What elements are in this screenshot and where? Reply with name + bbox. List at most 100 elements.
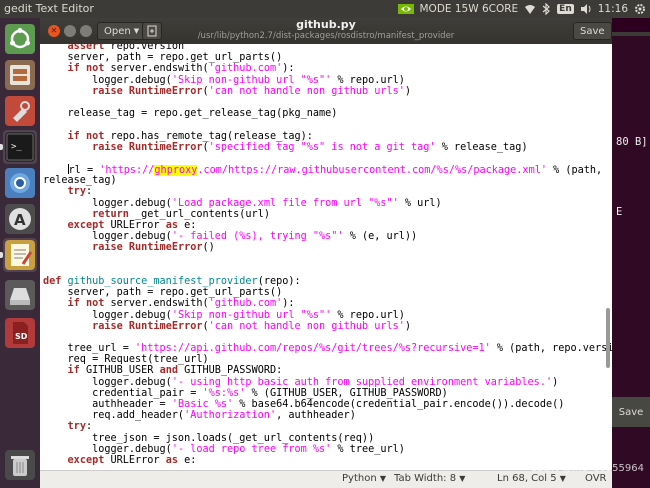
- language-label: Python: [342, 473, 377, 484]
- code-line: server, path = repo.get_url_parts(): [43, 52, 612, 63]
- code-line: logger.debug('- failed (%s), trying "%s"…: [43, 231, 612, 242]
- nvidia-mode-label[interactable]: MODE 15W 6CORE: [420, 3, 519, 15]
- headerbar: ✕ Open ▼ github.py /usr/lib/python2.7/di…: [40, 18, 612, 44]
- code-line: authheader = 'Basic %s' % base64.b64enco…: [43, 399, 612, 410]
- code-line: try:: [43, 421, 612, 432]
- volume-icon[interactable]: [580, 3, 592, 15]
- terminal-text: 80 B]: [616, 136, 648, 148]
- string-token: '%s:%s': [202, 387, 246, 399]
- string-token: .com/https://raw.githubusercontent.com/%…: [197, 165, 547, 177]
- software-center-icon: A: [5, 204, 35, 234]
- code-token: GITHUB_USER: [79, 365, 160, 377]
- bluetooth-icon[interactable]: [542, 3, 551, 15]
- language-selector[interactable]: Python ▼: [342, 473, 386, 484]
- code-token: ): [404, 85, 412, 97]
- background-save-button[interactable]: Save: [612, 397, 650, 427]
- nvidia-icon[interactable]: [397, 3, 414, 15]
- code-line: tree_url = 'https://api.github.com/repos…: [43, 343, 612, 354]
- code-token: server.endswith(: [104, 63, 209, 75]
- system-settings-icon: [5, 96, 35, 126]
- launcher-trash-button[interactable]: [3, 448, 37, 482]
- code-line: except URLError as e:: [43, 455, 612, 466]
- cursor-position[interactable]: Ln 68, Col 5 ▼: [497, 473, 566, 484]
- settings-gear-icon[interactable]: [634, 3, 646, 15]
- open-label: Open: [104, 25, 131, 37]
- string-token: ghproxy: [154, 165, 198, 177]
- keyword-token: and: [159, 365, 178, 377]
- keyword-token: try: [67, 186, 86, 198]
- launcher-chromium-button[interactable]: [3, 166, 37, 200]
- code-line: except URLError as e:: [43, 220, 612, 231]
- network-icon[interactable]: [524, 3, 536, 15]
- cursor-position-label: Ln 68, Col 5: [497, 473, 557, 484]
- code-token: req.add_header(: [43, 410, 185, 422]
- insert-mode-indicator[interactable]: OVR: [585, 473, 606, 484]
- keyword-token: raise: [92, 320, 123, 332]
- string-token: '- load repo tree from %s': [171, 443, 332, 455]
- code-token: server, path = repo.get_url_parts(): [43, 287, 283, 299]
- clock[interactable]: 11:16: [598, 3, 628, 15]
- launcher-drive-button[interactable]: [3, 278, 37, 312]
- keyword-token: if not: [67, 63, 105, 75]
- code-line: logger.debug('Skip non-github url "%s"' …: [43, 75, 612, 86]
- string-token: 'Basic %s': [171, 399, 234, 410]
- code-line: req = Request(tree_url): [43, 354, 612, 365]
- code-line: rl = 'https://ghproxy.com/https://raw.gi…: [43, 164, 612, 177]
- code-line: req.add_header('Authorization', authhead…: [43, 410, 612, 421]
- launcher-software-button[interactable]: A: [3, 202, 37, 236]
- chevron-down-icon: ▼: [379, 474, 387, 483]
- code-token: % base64.b64encode(credential_pair.encod…: [233, 399, 565, 410]
- status-bar: Python ▼ Tab Width: 8 ▼ Ln 68, Col 5 ▼ O…: [40, 470, 612, 488]
- code-text: assert repo.version server, path = repo.…: [43, 44, 612, 466]
- code-line: return _get_url_contents(url): [43, 209, 612, 220]
- code-line: credential_pair = '%s:%s' % (GITHUB_USER…: [43, 388, 612, 399]
- keyword-token: try: [67, 421, 86, 433]
- top-panel: gedit Text Editor MODE 15W 6CORE En 11:1…: [0, 0, 650, 18]
- launcher-terminal-button[interactable]: >_: [0, 130, 37, 164]
- code-token: logger.debug(: [43, 74, 172, 86]
- code-token: , authheader): [276, 410, 356, 422]
- code-line: tree_json = json.loads(_get_url_contents…: [43, 433, 612, 444]
- vertical-scrollbar[interactable]: [604, 44, 612, 474]
- open-button[interactable]: Open ▼: [97, 22, 147, 40]
- new-document-icon: [147, 25, 157, 37]
- close-button[interactable]: ✕: [48, 25, 60, 37]
- code-token: release_tag = repo.get_release_tag(pkg_n…: [43, 108, 338, 120]
- running-indicator: [0, 252, 3, 258]
- code-token: ): [552, 376, 559, 388]
- keyword-token: raise: [92, 141, 123, 153]
- code-token: % (GITHUB_USER, GITHUB_PASSWORD): [245, 387, 448, 399]
- launcher-sdcard-button[interactable]: SD: [3, 316, 37, 350]
- launcher-gedit-button[interactable]: [0, 238, 37, 272]
- new-document-button[interactable]: [142, 22, 162, 40]
- keyword-token: as: [165, 454, 178, 466]
- save-button[interactable]: Save: [573, 22, 612, 40]
- minimize-button[interactable]: [64, 25, 76, 37]
- tab-width-selector[interactable]: Tab Width: 8 ▼: [394, 473, 465, 484]
- keyword-token: assert: [67, 44, 105, 52]
- launcher-dash-button[interactable]: [3, 22, 37, 56]
- close-icon: ✕: [50, 26, 58, 35]
- code-token: ):: [282, 63, 295, 75]
- launcher-settings-button[interactable]: [3, 94, 37, 128]
- document-title: github.py: [296, 18, 356, 31]
- maximize-button[interactable]: [80, 25, 92, 37]
- chevron-down-icon: ▼: [133, 27, 140, 35]
- code-line: raise RuntimeError('specified tag "%s" i…: [43, 142, 612, 153]
- code-token: % url): [398, 197, 442, 209]
- launcher-files-button[interactable]: [3, 58, 37, 92]
- watermark: CSDN @m0_60355964: [530, 463, 644, 474]
- code-token: % release_tag): [435, 141, 528, 153]
- keyword-token: RuntimeError: [128, 320, 203, 332]
- trash-icon: [5, 450, 35, 480]
- scrollbar-thumb[interactable]: [606, 308, 610, 368]
- code-line: try:: [43, 186, 612, 197]
- keyboard-language-indicator[interactable]: En: [557, 4, 574, 14]
- code-editor[interactable]: assert repo.version server, path = repo.…: [40, 44, 612, 474]
